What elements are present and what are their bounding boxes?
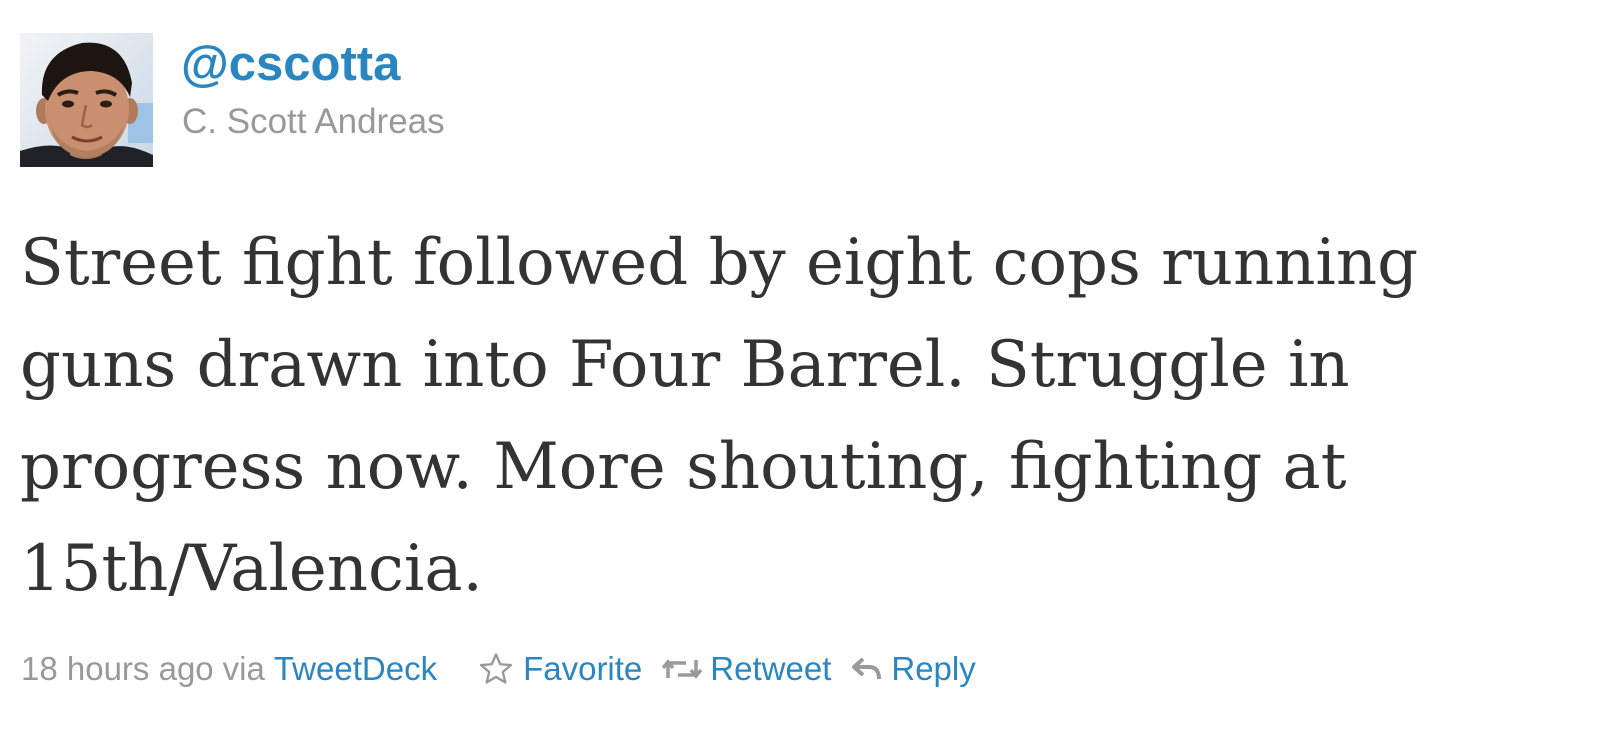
tweet-text-line: progress now. More shouting, fighting at: [20, 430, 1347, 504]
favorite-label: Favorite: [523, 650, 643, 687]
via-label: via: [222, 650, 265, 687]
reply-label: Reply: [891, 650, 976, 687]
avatar-photo-icon: [20, 33, 153, 167]
avatar[interactable]: [20, 33, 153, 167]
tweet-text: Street fight followed by eight cops runn…: [20, 212, 1560, 620]
reply-button[interactable]: Reply: [851, 650, 976, 688]
tweet-text-line: guns drawn into Four Barrel. Struggle in: [20, 328, 1350, 402]
favorite-button[interactable]: Favorite: [477, 650, 642, 688]
retweet-button[interactable]: Retweet: [662, 650, 831, 688]
tweet-text-line: 15th/Valencia.: [20, 532, 483, 606]
tweet-meta: 18 hours ago via TweetDeck Favorite Retw…: [21, 646, 976, 692]
author-full-name: C. Scott Andreas: [182, 102, 445, 141]
star-icon: [477, 650, 515, 688]
reply-icon: [851, 653, 883, 685]
source-link[interactable]: TweetDeck: [274, 650, 437, 688]
timestamp: 18 hours ago: [21, 650, 214, 687]
author-handle-link[interactable]: @cscotta: [181, 34, 400, 94]
retweet-label: Retweet: [710, 650, 832, 687]
tweet-card: @cscotta C. Scott Andreas Street fight f…: [0, 0, 1600, 752]
tweet-text-line: Street fight followed by eight cops runn…: [20, 226, 1419, 300]
retweet-icon: [662, 654, 703, 684]
